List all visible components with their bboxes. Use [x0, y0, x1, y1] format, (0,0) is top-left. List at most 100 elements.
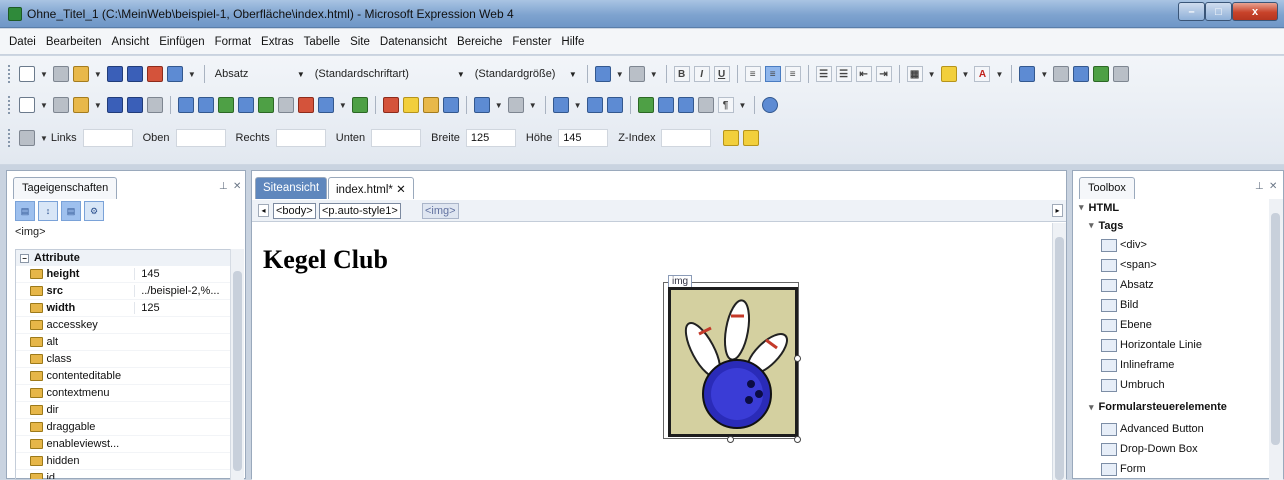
tab-index-html[interactable]: index.html* ✕	[328, 177, 414, 199]
insert-picture-icon[interactable]	[606, 97, 623, 113]
insert-layer-icon[interactable]	[586, 97, 603, 113]
preview-icon[interactable]	[317, 97, 334, 113]
menu-datei[interactable]: Datei	[9, 36, 36, 48]
menu-format[interactable]: Format	[215, 36, 251, 48]
underline-button[interactable]: U	[713, 66, 730, 82]
positioning-icon[interactable]	[19, 130, 35, 146]
copy-icon[interactable]	[402, 97, 419, 113]
section-forms[interactable]: ▾ Formularsteuerelemente	[1079, 395, 1269, 419]
property-row[interactable]: alt	[16, 334, 230, 351]
menu-tabelle[interactable]: Tabelle	[304, 36, 340, 48]
close-icon[interactable]: ✕	[233, 181, 241, 192]
bullet-list-icon[interactable]: ☰	[835, 66, 852, 82]
design-canvas[interactable]: Kegel Club img	[252, 223, 1052, 480]
dropdown-arrow-icon[interactable]: ▼	[616, 70, 624, 79]
scroll-right-icon[interactable]: ▸	[1052, 204, 1063, 217]
new-document-icon[interactable]	[19, 66, 35, 82]
compare-icon[interactable]	[237, 97, 254, 113]
section-tags[interactable]: ▾ Tags	[1079, 216, 1269, 235]
menu-extras[interactable]: Extras	[261, 36, 294, 48]
save-icon[interactable]	[106, 97, 123, 113]
show-formatting-icon[interactable]: ¶	[717, 97, 734, 113]
menu-ansicht[interactable]: Ansicht	[111, 36, 149, 48]
toolbar-grip[interactable]	[8, 65, 11, 83]
resize-handle-right[interactable]	[794, 355, 801, 362]
property-row[interactable]: width 125	[16, 300, 230, 317]
quick-tag-icon[interactable]	[677, 97, 694, 113]
decrease-indent-icon[interactable]: ⇤	[855, 66, 872, 82]
insert-table-icon[interactable]	[1019, 66, 1036, 82]
sort-alpha-icon[interactable]: ↕	[38, 201, 58, 221]
menu-einfuegen[interactable]: Einfügen	[159, 36, 204, 48]
unten-field[interactable]	[371, 129, 422, 147]
undo-icon[interactable]	[594, 66, 611, 82]
property-row[interactable]: height 145	[16, 266, 230, 283]
dropdown-arrow-icon[interactable]: ▼	[40, 70, 48, 79]
find-icon[interactable]	[146, 97, 163, 113]
tab-site-view[interactable]: Siteansicht	[255, 177, 328, 199]
font-color-icon[interactable]: A	[974, 66, 991, 82]
resize-handle-corner[interactable]	[794, 436, 801, 443]
stop-icon[interactable]	[1113, 66, 1130, 82]
categorized-view-icon[interactable]: ▤	[15, 201, 35, 221]
scrollbar-thumb[interactable]	[1055, 237, 1064, 480]
paste-icon[interactable]	[422, 97, 439, 113]
new-page-icon[interactable]	[52, 97, 69, 113]
new-document-icon[interactable]	[19, 97, 35, 113]
dropdown-arrow-icon[interactable]: ▼	[1040, 70, 1048, 79]
attribute-group-header[interactable]: − Attribute	[16, 250, 230, 266]
page-heading[interactable]: Kegel Club	[263, 245, 388, 275]
property-row[interactable]: src ../beispiel-2,%...	[16, 283, 230, 300]
toolbox-item-ebene[interactable]: Ebene	[1079, 315, 1269, 335]
save-icon[interactable]	[106, 66, 123, 82]
size-combo[interactable]: (Standardgröße) ▼	[470, 64, 582, 84]
toolbox-item-form[interactable]: Form	[1079, 459, 1269, 479]
editor-scrollbar[interactable]	[1052, 223, 1066, 480]
dropdown-arrow-icon[interactable]: ▼	[739, 101, 747, 110]
close-button[interactable]: x	[1232, 2, 1278, 21]
dropdown-arrow-icon[interactable]: ▼	[995, 70, 1003, 79]
insert-hyperlink-icon[interactable]	[1093, 66, 1110, 82]
scrollbar-thumb[interactable]	[1271, 213, 1280, 445]
menu-hilfe[interactable]: Hilfe	[561, 36, 584, 48]
align-right-icon[interactable]: ≡	[784, 66, 801, 82]
web-icon[interactable]	[217, 97, 234, 113]
toolbox-scrollbar[interactable]	[1269, 199, 1283, 480]
print-icon[interactable]	[277, 97, 294, 113]
new-page-icon[interactable]	[52, 66, 69, 82]
publish-icon[interactable]	[297, 97, 314, 113]
save-all-icon[interactable]	[126, 97, 143, 113]
properties-icon[interactable]: ⚙	[84, 201, 104, 221]
spelling-icon[interactable]	[351, 97, 368, 113]
sync-icon[interactable]	[257, 97, 274, 113]
bowling-image[interactable]	[668, 287, 798, 437]
preview-icon[interactable]	[166, 66, 183, 82]
dropdown-arrow-icon[interactable]: ▼	[495, 101, 503, 110]
dropdown-arrow-icon[interactable]: ▼	[40, 101, 48, 110]
toolbox-item-umbruch[interactable]: Umbruch	[1079, 375, 1269, 395]
save-all-icon[interactable]	[126, 66, 143, 82]
cut-icon[interactable]	[382, 97, 399, 113]
property-value[interactable]: 145	[134, 268, 230, 280]
menu-fenster[interactable]: Fenster	[512, 36, 551, 48]
dropdown-arrow-icon[interactable]: ▼	[188, 70, 196, 79]
zindex-field[interactable]	[661, 129, 712, 147]
insert-table-icon[interactable]	[552, 97, 569, 113]
font-combo[interactable]: (Standardschriftart) ▼	[310, 64, 470, 84]
dropdown-arrow-icon[interactable]: ▼	[962, 70, 970, 79]
dropdown-arrow-icon[interactable]: ▼	[94, 101, 102, 110]
dropdown-arrow-icon[interactable]: ▼	[40, 134, 48, 143]
pin-icon[interactable]: ⊥	[219, 181, 228, 192]
minimize-button[interactable]: –	[1178, 2, 1205, 21]
hoehe-field[interactable]: 145	[558, 129, 609, 147]
redo-icon[interactable]	[507, 97, 524, 113]
property-value[interactable]: ../beispiel-2,%...	[134, 285, 230, 297]
menu-site[interactable]: Site	[350, 36, 370, 48]
property-row[interactable]: draggable	[16, 419, 230, 436]
property-row[interactable]: hidden	[16, 453, 230, 470]
toolbox-item-horizontale-linie[interactable]: Horizontale Linie	[1079, 335, 1269, 355]
breadcrumb-body[interactable]: <body>	[273, 203, 316, 219]
breadcrumb-img[interactable]: <img>	[422, 203, 459, 219]
menu-bereiche[interactable]: Bereiche	[457, 36, 502, 48]
help-icon[interactable]	[762, 97, 779, 113]
